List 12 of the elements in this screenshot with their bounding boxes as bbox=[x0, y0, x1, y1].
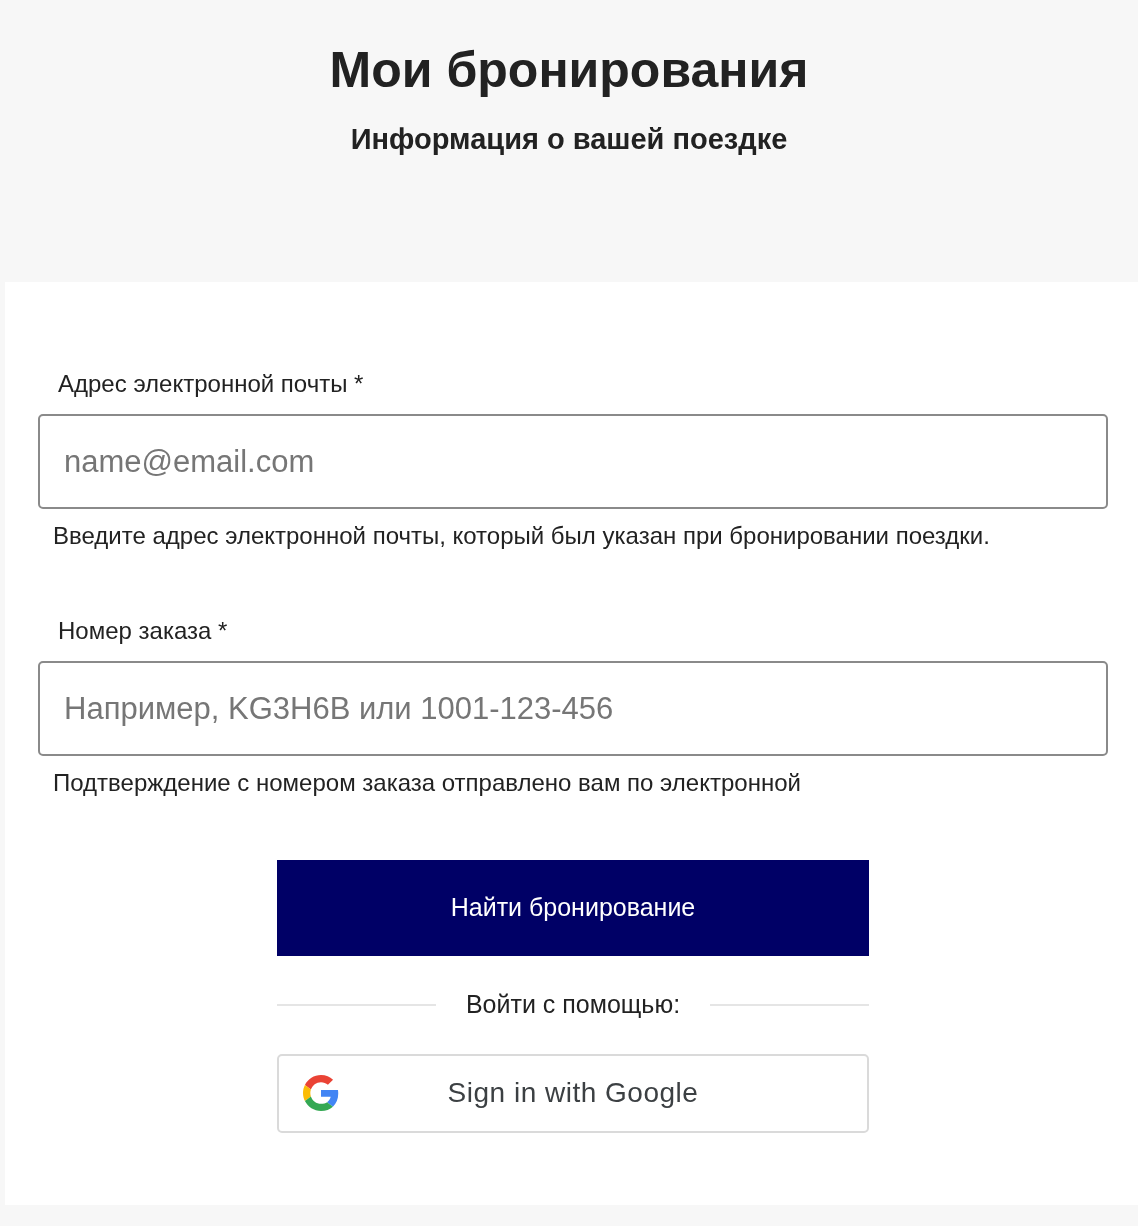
divider-text: Войти с помощью: bbox=[465, 989, 681, 1020]
field-label: Адрес электронной почты * bbox=[58, 369, 364, 399]
field-label: Номер заказа * bbox=[58, 616, 228, 646]
page-title: Мои бронирования bbox=[328, 41, 810, 100]
find-booking-button[interactable]: Найти бронирование bbox=[277, 860, 869, 956]
input-field[interactable]: name@email.com bbox=[38, 414, 1108, 509]
google-g-icon bbox=[303, 1075, 339, 1111]
input-field[interactable]: Например, KG3H6B или 1001-123-456 bbox=[38, 661, 1108, 756]
help-text: Введите адрес электронной почты, который был указан при бронировании поездки. bbox=[53, 521, 991, 551]
help-text: Подтверждение с номером заказа отправлено вам по электронной bbox=[53, 768, 802, 798]
page-subtitle: Информация о вашей поездке bbox=[349, 122, 789, 157]
google-sign-in-button[interactable]: Sign in with Google bbox=[277, 1053, 869, 1133]
